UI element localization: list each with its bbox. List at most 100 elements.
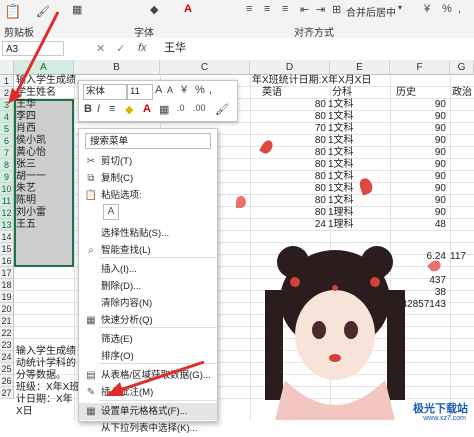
select-all-corner[interactable]	[0, 60, 14, 75]
cell-name[interactable]: 肖西	[16, 123, 36, 135]
row-header[interactable]: 16	[0, 255, 14, 267]
cell-e2[interactable]: 英语	[262, 87, 282, 99]
cell-history[interactable]: 90	[390, 207, 446, 219]
cell-subject[interactable]: 1文科	[328, 123, 354, 135]
cell-history[interactable]: 90	[390, 183, 446, 195]
font-color-icon[interactable]: A	[143, 103, 151, 115]
cell-a23[interactable]: 动统计学科的	[16, 358, 76, 370]
cell-english[interactable]: 80	[270, 171, 326, 183]
row-header[interactable]: 23	[0, 339, 14, 351]
row-header[interactable]: 2	[0, 87, 14, 99]
increase-decimal-icon[interactable]: .0	[177, 103, 185, 113]
thousands-icon[interactable]: ,	[458, 3, 461, 15]
row-header[interactable]: 26	[0, 375, 14, 387]
font-color-icon[interactable]: A	[184, 3, 192, 15]
row-header[interactable]: 22	[0, 327, 14, 339]
align-icon[interactable]: ≡	[109, 103, 115, 115]
cell-a26[interactable]: 计日期：X年	[16, 394, 73, 406]
chevron-down-icon[interactable]: ▾	[398, 3, 402, 12]
size-select[interactable]: 11	[127, 84, 153, 100]
border-icon[interactable]: ▦	[72, 3, 82, 16]
cell-a24[interactable]: 分等数据。	[16, 370, 66, 382]
cell-subject[interactable]: 1文科	[328, 159, 354, 171]
cell-name[interactable]: 张三	[16, 159, 36, 171]
context-menu-item[interactable]: 插入(I)...	[79, 261, 217, 278]
align-left-icon[interactable]: ≡	[246, 3, 252, 15]
cell-english[interactable]: 80	[270, 207, 326, 219]
row-header[interactable]: 25	[0, 363, 14, 375]
context-menu-item[interactable]: ▤ 从表格/区域获取数据(G)...	[79, 367, 217, 384]
cell-name[interactable]: 胡一一	[16, 171, 46, 183]
row-header[interactable]: 24	[0, 351, 14, 363]
col-header-a[interactable]: A	[14, 60, 74, 75]
percent-icon[interactable]: %	[442, 3, 452, 15]
row-header[interactable]: 9	[0, 171, 14, 183]
cell-d1[interactable]: 年X班统计日期:X年X月X日	[252, 75, 371, 87]
row-header[interactable]: 4	[0, 111, 14, 123]
col-header-c[interactable]: C	[160, 60, 250, 75]
border-icon[interactable]: ▦	[159, 103, 169, 116]
cell-a2[interactable]: 学生姓名	[16, 87, 56, 99]
context-menu-item[interactable]: 筛选(E)	[79, 331, 217, 348]
context-menu-item[interactable]: ▦ 设置单元格格式(F)...	[79, 403, 217, 420]
col-header-f[interactable]: F	[390, 60, 450, 75]
cell-subject[interactable]: 1文科	[328, 135, 354, 147]
cell-a22[interactable]: 输入学生成绩	[16, 346, 76, 358]
cell-english[interactable]: 80	[270, 99, 326, 111]
cell-name[interactable]: 朱艺	[16, 183, 36, 195]
cell-a1[interactable]: 输入学生成绩，	[16, 75, 86, 87]
cancel-icon[interactable]: ✕	[96, 42, 105, 55]
cell-r16-tail[interactable]: 117	[450, 251, 466, 263]
col-header-e[interactable]: E	[330, 60, 390, 75]
cell-english[interactable]: 80	[270, 135, 326, 147]
row-header[interactable]: 7	[0, 147, 14, 159]
cell-g2[interactable]: 历史	[396, 87, 416, 99]
row-header[interactable]: 21	[0, 315, 14, 327]
format-painter-icon[interactable]: 🖌	[215, 103, 229, 116]
cell-english[interactable]: 80	[270, 159, 326, 171]
cell-name[interactable]: 王华	[16, 99, 36, 111]
indent-icon[interactable]: ⇤	[300, 3, 309, 16]
row-header[interactable]: 12	[0, 207, 14, 219]
cell-history[interactable]: 90	[390, 135, 446, 147]
context-menu-item[interactable]: 选择性粘贴(S)...	[79, 225, 217, 242]
cell-english[interactable]: 80	[270, 147, 326, 159]
row-header[interactable]: 20	[0, 303, 14, 315]
cell-history[interactable]: 90	[390, 171, 446, 183]
col-header-g[interactable]: G	[450, 60, 474, 75]
context-menu-item[interactable]: ⧉ 复制(C)	[79, 170, 217, 187]
row-header[interactable]: 14	[0, 231, 14, 243]
cell-history[interactable]: 90	[390, 123, 446, 135]
align-center-icon[interactable]: ≡	[264, 3, 270, 15]
cell-a25[interactable]: 班级：X年X班	[16, 382, 79, 394]
cell-subject[interactable]: 1文科	[328, 147, 354, 159]
enter-icon[interactable]: ✓	[116, 42, 125, 55]
percent-icon[interactable]: %	[195, 84, 205, 96]
cell-history[interactable]: 90	[390, 99, 446, 111]
merge-center-icon[interactable]: ⊞	[332, 3, 341, 16]
cell-name[interactable]: 黄心怡	[16, 147, 46, 159]
row-header[interactable]: 19	[0, 291, 14, 303]
formula-input[interactable]: 王华	[164, 41, 186, 56]
row-header[interactable]: 1	[0, 75, 14, 87]
italic-icon[interactable]: I	[97, 103, 100, 115]
row-header[interactable]: 3	[0, 99, 14, 111]
row-header[interactable]: 8	[0, 159, 14, 171]
cell-f2[interactable]: 分科	[332, 87, 352, 99]
bold-icon[interactable]: B	[84, 103, 92, 115]
row-header[interactable]: 5	[0, 123, 14, 135]
fill-color-icon[interactable]: ◆	[150, 3, 158, 16]
context-menu-item[interactable]: ✎ 插入批注(M)	[79, 384, 217, 401]
name-box[interactable]: A3	[2, 41, 64, 56]
cell-subject[interactable]: 1理科	[328, 207, 354, 219]
comma-style-icon[interactable]: ,	[209, 84, 212, 96]
context-menu-item[interactable]: 从下拉列表中选择(K)...	[79, 420, 217, 437]
row-header[interactable]: 15	[0, 243, 14, 255]
fx-icon[interactable]: fx	[138, 42, 147, 54]
cell-history[interactable]: 90	[390, 111, 446, 123]
row-header[interactable]: 6	[0, 135, 14, 147]
currency-icon[interactable]: ¥	[181, 84, 187, 96]
cell-history[interactable]: 90	[390, 159, 446, 171]
col-header-b[interactable]: B	[74, 60, 160, 75]
row-header[interactable]: 11	[0, 195, 14, 207]
